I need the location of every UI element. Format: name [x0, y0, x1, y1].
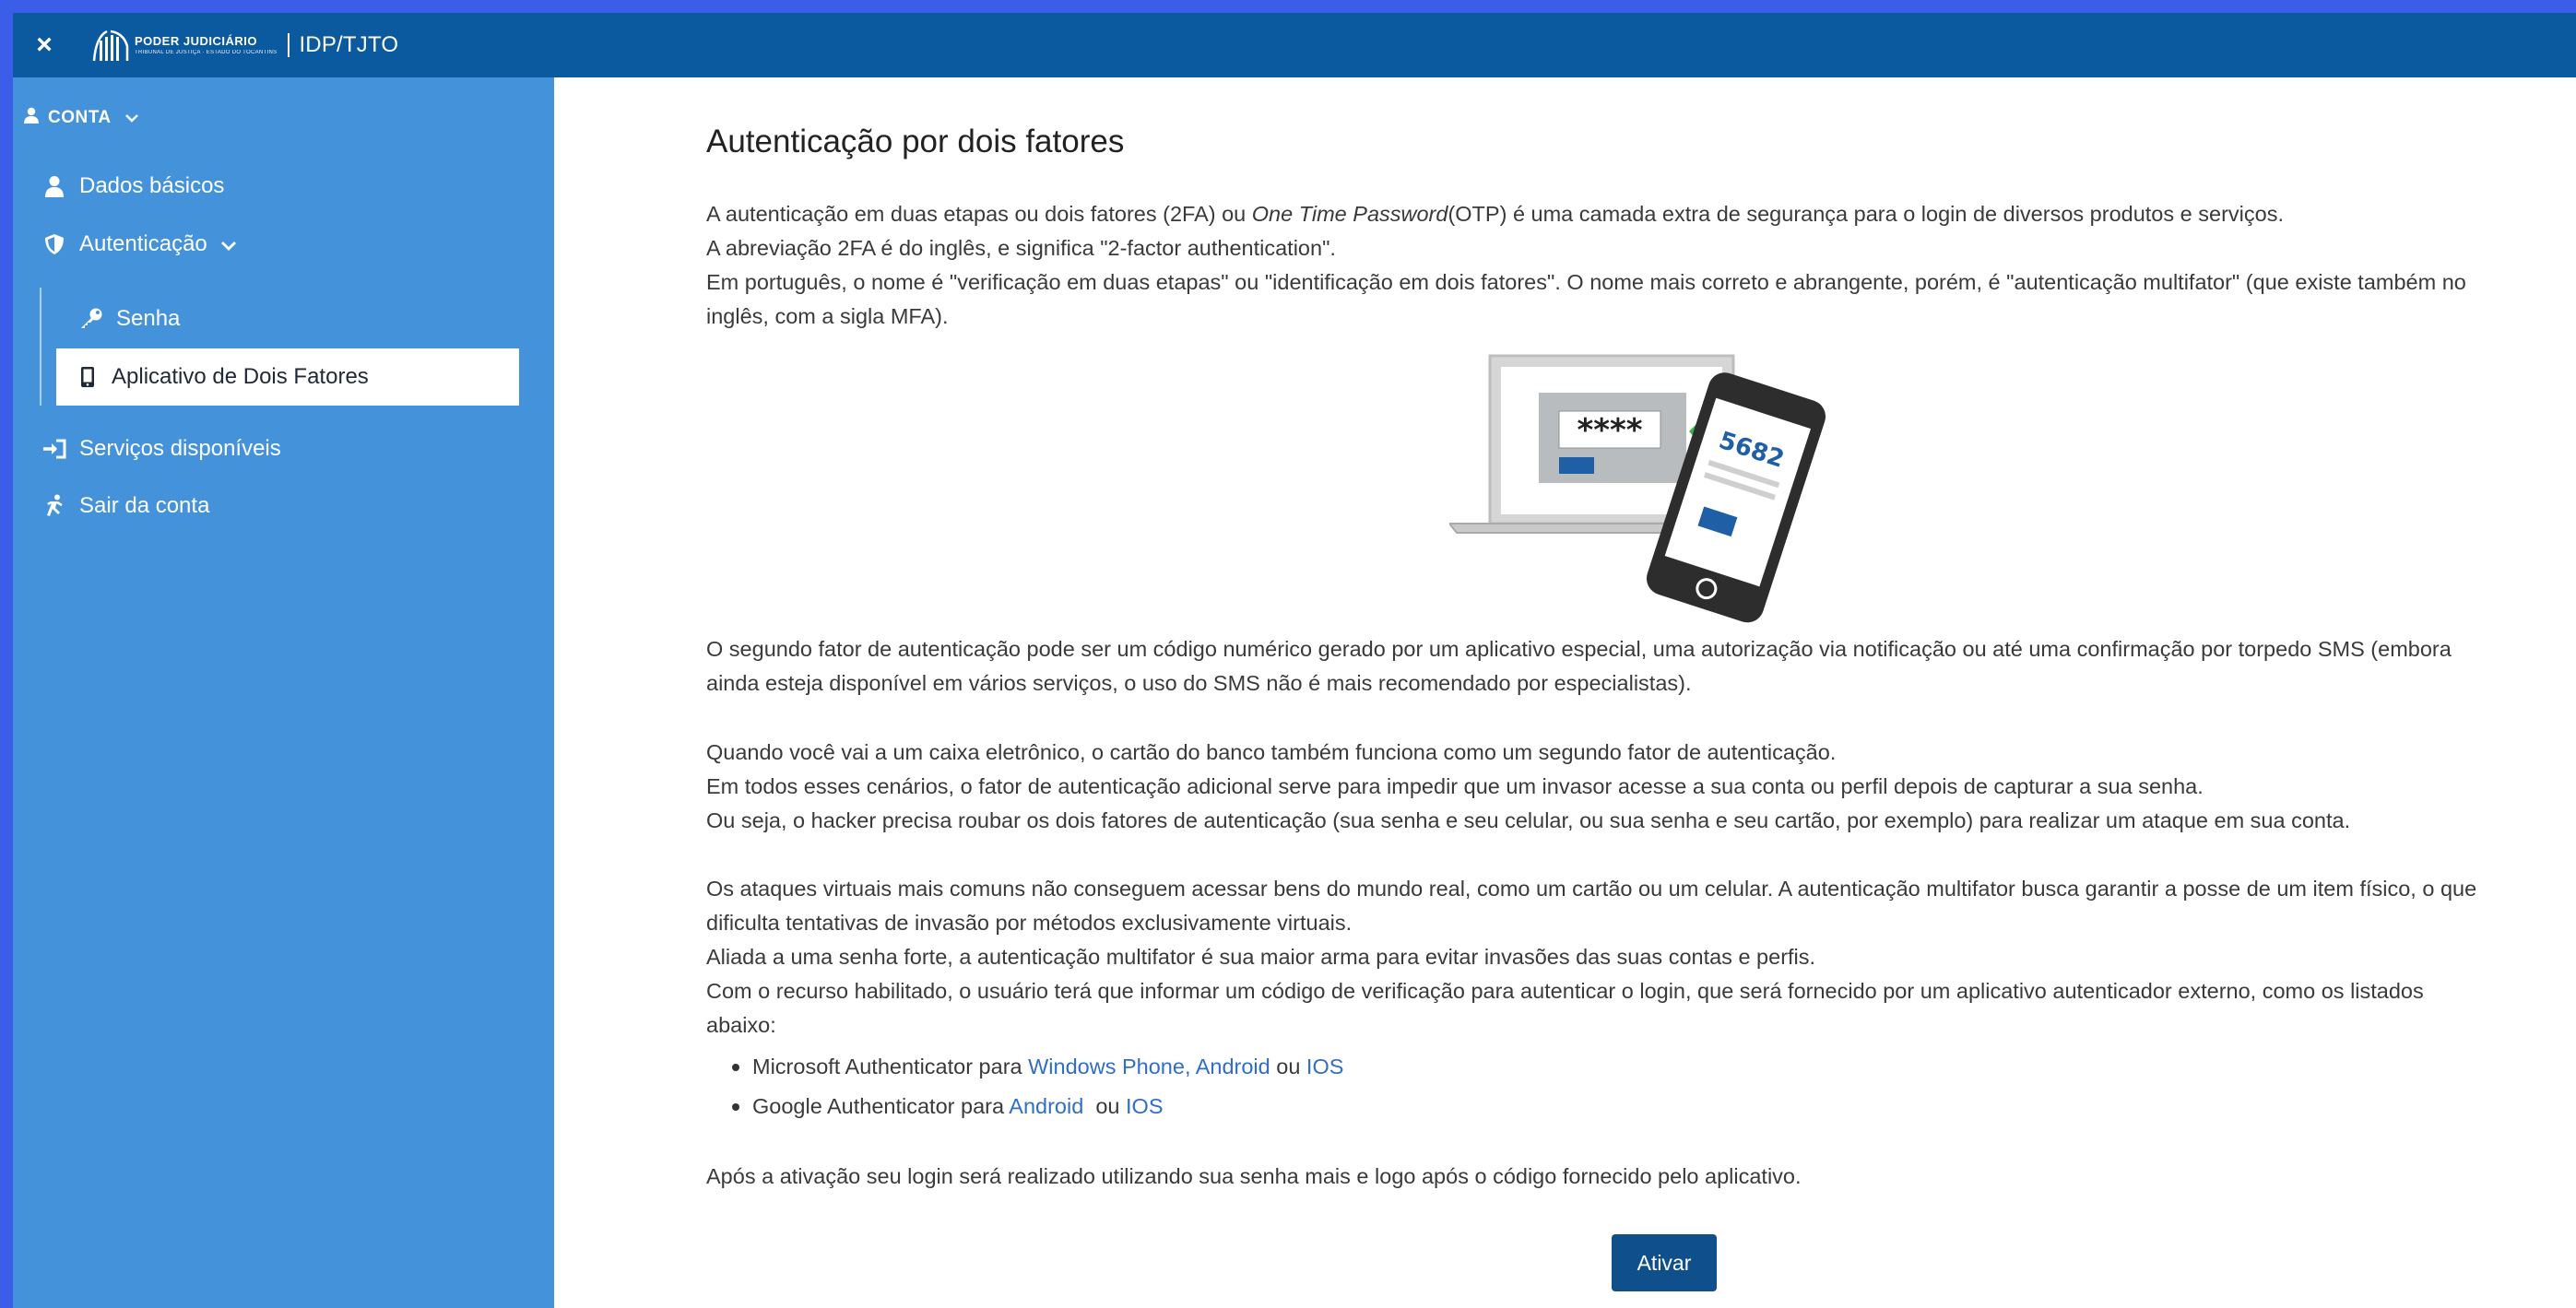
paragraph-line: ainda esteja disponível em vários serviç… [706, 671, 1692, 695]
sidebar-item-label: Aplicativo de Dois Fatores [112, 364, 369, 389]
paragraph-line: Em todos esses cenários, o fator de aute… [706, 774, 2204, 798]
submenu-guide-line [40, 288, 41, 406]
shield-icon [41, 233, 68, 255]
paragraph-line: Quando você vai a um caixa eletrônico, o… [706, 740, 1837, 764]
link-separator: , [1184, 1055, 1196, 1078]
sidebar-item-label: Autenticação [79, 231, 207, 256]
sidebar-item-sair-da-conta[interactable]: Sair da conta [41, 493, 209, 519]
activate-button[interactable]: Ativar [1612, 1234, 1717, 1291]
paragraph-line: abaixo: [706, 1013, 776, 1037]
user-icon [41, 175, 68, 197]
password-mask: **** [1577, 412, 1642, 449]
logo[interactable]: PODER JUDICIÁRIO TRIBUNAL DE JUSTIÇA · E… [92, 13, 398, 77]
paragraph-line: Com o recurso habilitado, o usuário terá… [706, 979, 2424, 1003]
app-frame: × PODER JUDICIÁRIO TRIBUNAL DE JUSTIÇA ·… [13, 13, 2576, 1308]
account-label: CONTA [48, 108, 112, 127]
intro-line-1: A autenticação em duas etapas ou dois fa… [706, 202, 2284, 226]
link-ios-google[interactable]: IOS [1126, 1094, 1163, 1118]
intro-line-4: inglês, com a sigla MFA). [706, 304, 949, 328]
sidebar-item-label: Sair da conta [79, 493, 210, 518]
key-icon [77, 308, 105, 330]
two-factor-illustration: **** 5682 [1447, 352, 1892, 633]
sidebar-item-label: Dados básicos [79, 173, 225, 198]
logo-subtitle: TRIBUNAL DE JUSTIÇA · ESTADO DO TOCANTIN… [135, 50, 278, 55]
sidebar-item-aplicativo-dois-fatores[interactable]: Aplicativo de Dois Fatores [56, 348, 519, 406]
intro-line-2: A abreviação 2FA é do inglês, e signific… [706, 236, 1336, 260]
sidebar-item-senha[interactable]: Senha [77, 306, 180, 332]
link-android-google[interactable]: Android [1009, 1094, 1083, 1118]
list-item: Google Authenticator para Android ou IOS [732, 1087, 1343, 1126]
account-dropdown[interactable]: CONTA [24, 107, 139, 129]
logo-text: PODER JUDICIÁRIO TRIBUNAL DE JUSTIÇA · E… [135, 35, 277, 55]
top-navbar: × PODER JUDICIÁRIO TRIBUNAL DE JUSTIÇA ·… [13, 13, 2576, 77]
court-building-icon [92, 29, 129, 62]
final-paragraph: Após a ativação seu login será realizado… [706, 1160, 1802, 1194]
link-ios-microsoft[interactable]: IOS [1306, 1055, 1343, 1078]
sidebar-item-autenticacao[interactable]: Autenticação [41, 231, 237, 257]
page-title: Autenticação por dois fatores [706, 124, 1125, 159]
logo-divider [288, 33, 290, 57]
second-factor-paragraph: O segundo fator de autenticação pode ser… [706, 632, 2452, 701]
mobile-icon [80, 366, 97, 388]
sidebar-item-label: Serviços disponíveis [79, 436, 281, 461]
user-icon [24, 107, 39, 129]
intro-line-3: Em português, o nome é "verificação em d… [706, 270, 2466, 294]
paragraph-line: Ou seja, o hacker precisa roubar os dois… [706, 808, 2351, 832]
intro-paragraph: A autenticação em duas etapas ou dois fa… [706, 197, 2466, 334]
chevron-down-icon [124, 108, 139, 128]
close-menu-button[interactable]: × [17, 13, 72, 77]
authenticator-apps-list: Microsoft Authenticator para Windows Pho… [732, 1047, 1343, 1126]
link-windows-phone[interactable]: Windows Phone [1028, 1055, 1185, 1078]
attacks-paragraph: Os ataques virtuais mais comuns não cons… [706, 872, 2476, 1043]
paragraph-line: Aliada a uma senha forte, a autenticação… [706, 945, 1816, 969]
paragraph-line: dificulta tentativas de invasão por méto… [706, 911, 1353, 935]
paragraph-line: O segundo fator de autenticação pode ser… [706, 637, 2452, 661]
sidebar-item-dados-basicos[interactable]: Dados básicos [41, 173, 224, 199]
sidebar: CONTA Dados básicos Autenticação Senha A… [13, 77, 554, 1308]
list-item: Microsoft Authenticator para Windows Pho… [732, 1047, 1343, 1087]
sidebar-item-label: Senha [116, 306, 181, 331]
app-name: IDP/TJTO [299, 32, 399, 57]
sign-in-icon [41, 439, 68, 459]
chevron-down-icon [220, 231, 237, 257]
logo-title: PODER JUDICIÁRIO [135, 34, 257, 48]
link-android-microsoft[interactable]: Android [1196, 1055, 1270, 1078]
paragraph-line: Os ataques virtuais mais comuns não cons… [706, 877, 2477, 901]
sidebar-item-servicos-disponiveis[interactable]: Serviços disponíveis [41, 436, 281, 462]
paragraph-line: Após a ativação seu login será realizado… [706, 1164, 1802, 1188]
atm-paragraph: Quando você vai a um caixa eletrônico, o… [706, 736, 2350, 838]
running-icon [41, 494, 68, 518]
